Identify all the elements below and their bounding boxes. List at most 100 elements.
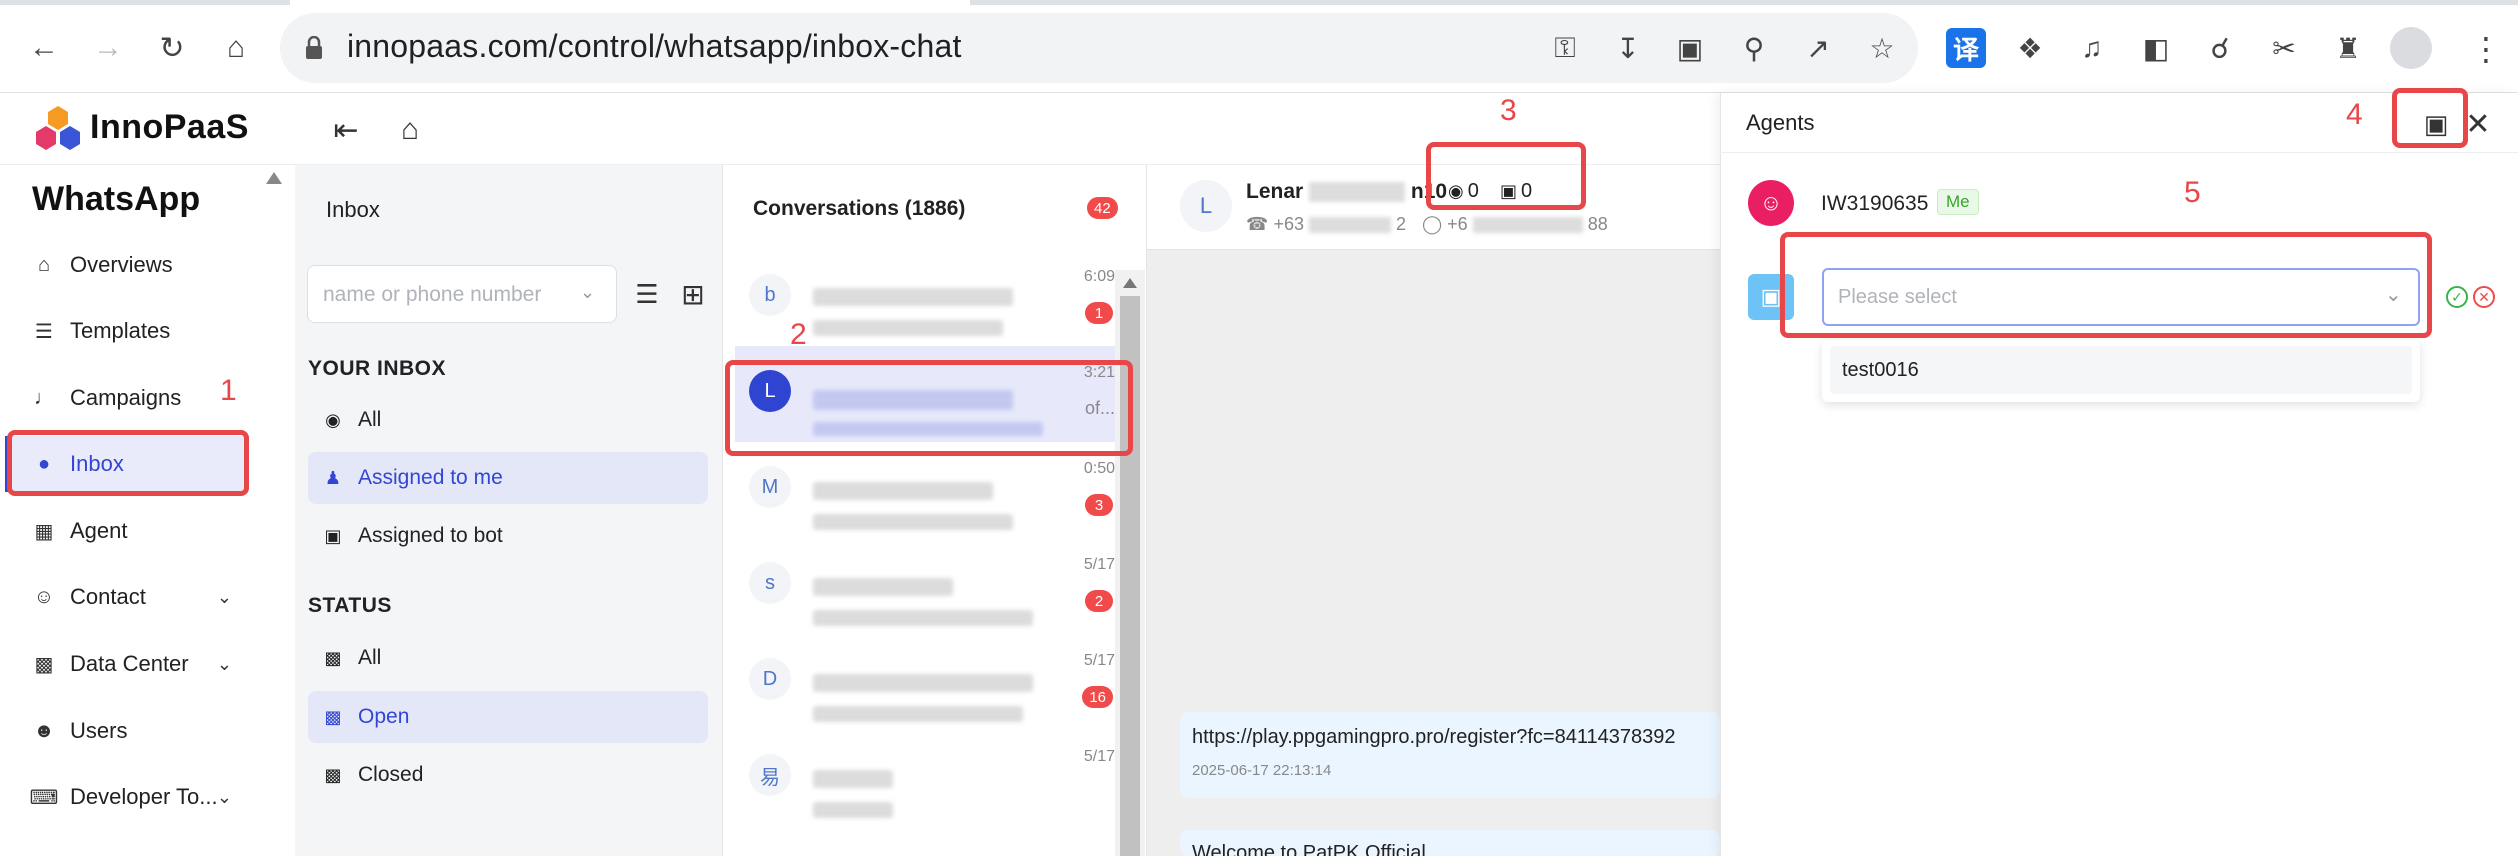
bar-chart-icon: ▩ — [34, 653, 54, 676]
conversations-scrollbar[interactable] — [1115, 270, 1145, 856]
users-icon: ☻ — [33, 719, 55, 742]
share-icon[interactable]: ↗ — [1798, 28, 1838, 68]
annotation-box-2 — [725, 360, 1133, 456]
key-icon[interactable]: ⚿ — [1545, 28, 1585, 68]
side-panel-icon[interactable]: ◧ — [2136, 28, 2176, 68]
bot-icon: ▣ — [324, 525, 342, 546]
nav-item-overviews[interactable]: ⌂ Overviews — [10, 237, 250, 293]
unread-badge: 3 — [1085, 494, 1113, 516]
browser-menu-icon[interactable]: ⋮ — [2470, 30, 2502, 68]
inbox-filter-all[interactable]: ◉ All — [308, 394, 708, 446]
status-filter-open[interactable]: ▩ Open — [308, 691, 708, 743]
scissors-icon[interactable]: ✂ — [2264, 28, 2304, 68]
message-text: Welcome to PatPK Official — [1192, 842, 1426, 856]
list-icon: ☰ — [35, 320, 53, 343]
megaphone-icon: ♩ — [34, 386, 54, 409]
inbox-filter-assigned-to-me[interactable]: ♟ Assigned to me — [308, 452, 708, 504]
conversation-item[interactable]: s 5/17 2 — [735, 538, 1115, 634]
chevron-down-icon: ⌄ — [216, 586, 232, 607]
search-lens-icon[interactable]: ☌ — [2200, 28, 2240, 68]
drawer-title: Agents — [1746, 110, 1815, 135]
status-filter-label: Open — [358, 705, 410, 728]
chat-message[interactable]: https://play.ppgamingpro.pro/register?fc… — [1180, 712, 1720, 798]
unread-badge: 16 — [1082, 686, 1113, 708]
conversation-item[interactable]: M 0:50 3 — [735, 442, 1115, 538]
blurred-phone — [1309, 217, 1391, 234]
bookmark-star-icon[interactable]: ☆ — [1862, 28, 1902, 68]
home-nav-icon[interactable]: ⌂ — [390, 110, 430, 150]
media-control-icon[interactable]: ♫ — [2072, 28, 2112, 68]
annotation-number-5: 5 — [2184, 176, 2201, 209]
active-tab[interactable] — [290, 0, 970, 5]
phone-suffix: 88 — [1587, 214, 1608, 234]
chat-avatar: L — [1180, 180, 1232, 232]
headset-icon: ◉ — [325, 409, 341, 430]
brand-name: InnoPaaS — [90, 108, 249, 146]
nav-item-campaigns[interactable]: ♩ Campaigns — [10, 370, 250, 426]
sidebar-scroll-up-icon[interactable] — [266, 172, 282, 184]
messages-open-icon: ▩ — [324, 706, 342, 727]
nav-item-agent[interactable]: ▦ Agent — [10, 503, 250, 559]
url-text[interactable]: innopaas.com/control/whatsapp/inbox-chat — [347, 28, 962, 65]
profile-avatar-icon[interactable] — [2390, 27, 2432, 69]
robot-icon: ▦ — [34, 520, 54, 543]
status-filter-all[interactable]: ▩ All — [308, 632, 708, 684]
chevron-down-icon[interactable]: ⌄ — [580, 282, 595, 303]
collapse-menu-icon[interactable]: ⇤ — [326, 110, 366, 150]
home-icon[interactable]: ⌂ — [214, 26, 258, 70]
avatar: s — [749, 562, 791, 604]
annotation-number-3: 3 — [1500, 94, 1517, 127]
inbox-filter-label: Assigned to me — [358, 466, 503, 489]
clean-brush-icon[interactable]: ♜ — [2328, 28, 2368, 68]
nav-item-users[interactable]: ☻ Users — [10, 703, 250, 759]
nav-label: Contact — [70, 584, 146, 609]
install-icon[interactable]: ↧ — [1608, 28, 1648, 68]
cancel-x-icon[interactable]: ✕ — [2473, 286, 2495, 308]
conversation-time: 0:50 — [1083, 460, 1115, 477]
lock-icon[interactable] — [305, 36, 323, 60]
nav-item-data-center[interactable]: ▩ Data Center ⌄ — [10, 636, 250, 692]
inbox-filter-assigned-to-bot[interactable]: ▣ Assigned to bot — [308, 510, 708, 562]
contact-phone: ☎ +63 2 — [1246, 214, 1406, 235]
nav-label: Developer To... — [70, 784, 218, 809]
status-filter-label: Closed — [358, 763, 424, 786]
nav-item-developer-tools[interactable]: ⌨ Developer To... ⌄ — [10, 769, 250, 825]
blurred-name — [813, 770, 893, 788]
phone-prefix: +63 — [1273, 214, 1304, 234]
select-option[interactable]: test0016 — [1830, 346, 2412, 394]
home-outline-icon: ⌂ — [37, 253, 51, 276]
nav-item-templates[interactable]: ☰ Templates — [10, 303, 250, 359]
back-arrow-icon[interactable]: ← — [22, 26, 66, 70]
reload-icon[interactable]: ↻ — [150, 26, 194, 70]
annotation-box-4 — [2392, 88, 2468, 148]
status-filter-closed[interactable]: ▩ Closed — [308, 749, 708, 801]
blurred-snippet — [813, 802, 893, 818]
forward-arrow-icon[interactable]: → — [86, 26, 130, 70]
annotation-number-1: 1 — [220, 374, 237, 407]
annotation-box-5 — [1780, 232, 2432, 338]
conversation-item[interactable]: 易 5/17 — [735, 730, 1115, 826]
phone-suffix: 2 — [1396, 214, 1407, 234]
nav-item-contact[interactable]: ☺ Contact ⌄ — [10, 569, 250, 625]
conversation-item[interactable]: D 5/17 16 — [735, 634, 1115, 730]
your-inbox-label: YOUR INBOX — [308, 357, 447, 380]
unread-total-badge: 42 — [1087, 197, 1118, 219]
chat-message[interactable]: Welcome to PatPK Official — [1180, 830, 1720, 856]
confirm-check-icon[interactable]: ✓ — [2446, 286, 2468, 308]
blurred-name-mid — [1309, 182, 1406, 203]
nav-label: Agent — [70, 518, 128, 543]
extensions-puzzle-icon[interactable]: ❖ — [2010, 28, 2050, 68]
chevron-down-icon: ⌄ — [216, 653, 232, 674]
conversation-time: 5/17 — [1083, 652, 1115, 669]
translate-page-icon[interactable]: ▣ — [1670, 28, 1710, 68]
annotation-box-1 — [7, 430, 249, 496]
translate-extension-icon[interactable]: 译 — [1946, 28, 1986, 68]
filter-sliders-icon[interactable]: ☰ — [627, 274, 667, 314]
inbox-title: Inbox — [326, 197, 380, 222]
innopaas-logo-icon — [36, 106, 80, 150]
whatsapp-icon: ◯ — [1422, 214, 1443, 234]
add-square-icon[interactable]: ⊞ — [673, 274, 713, 314]
zoom-out-icon[interactable]: ⚲ — [1734, 28, 1774, 68]
blurred-name — [813, 578, 953, 596]
scroll-up-icon[interactable] — [1123, 278, 1137, 288]
